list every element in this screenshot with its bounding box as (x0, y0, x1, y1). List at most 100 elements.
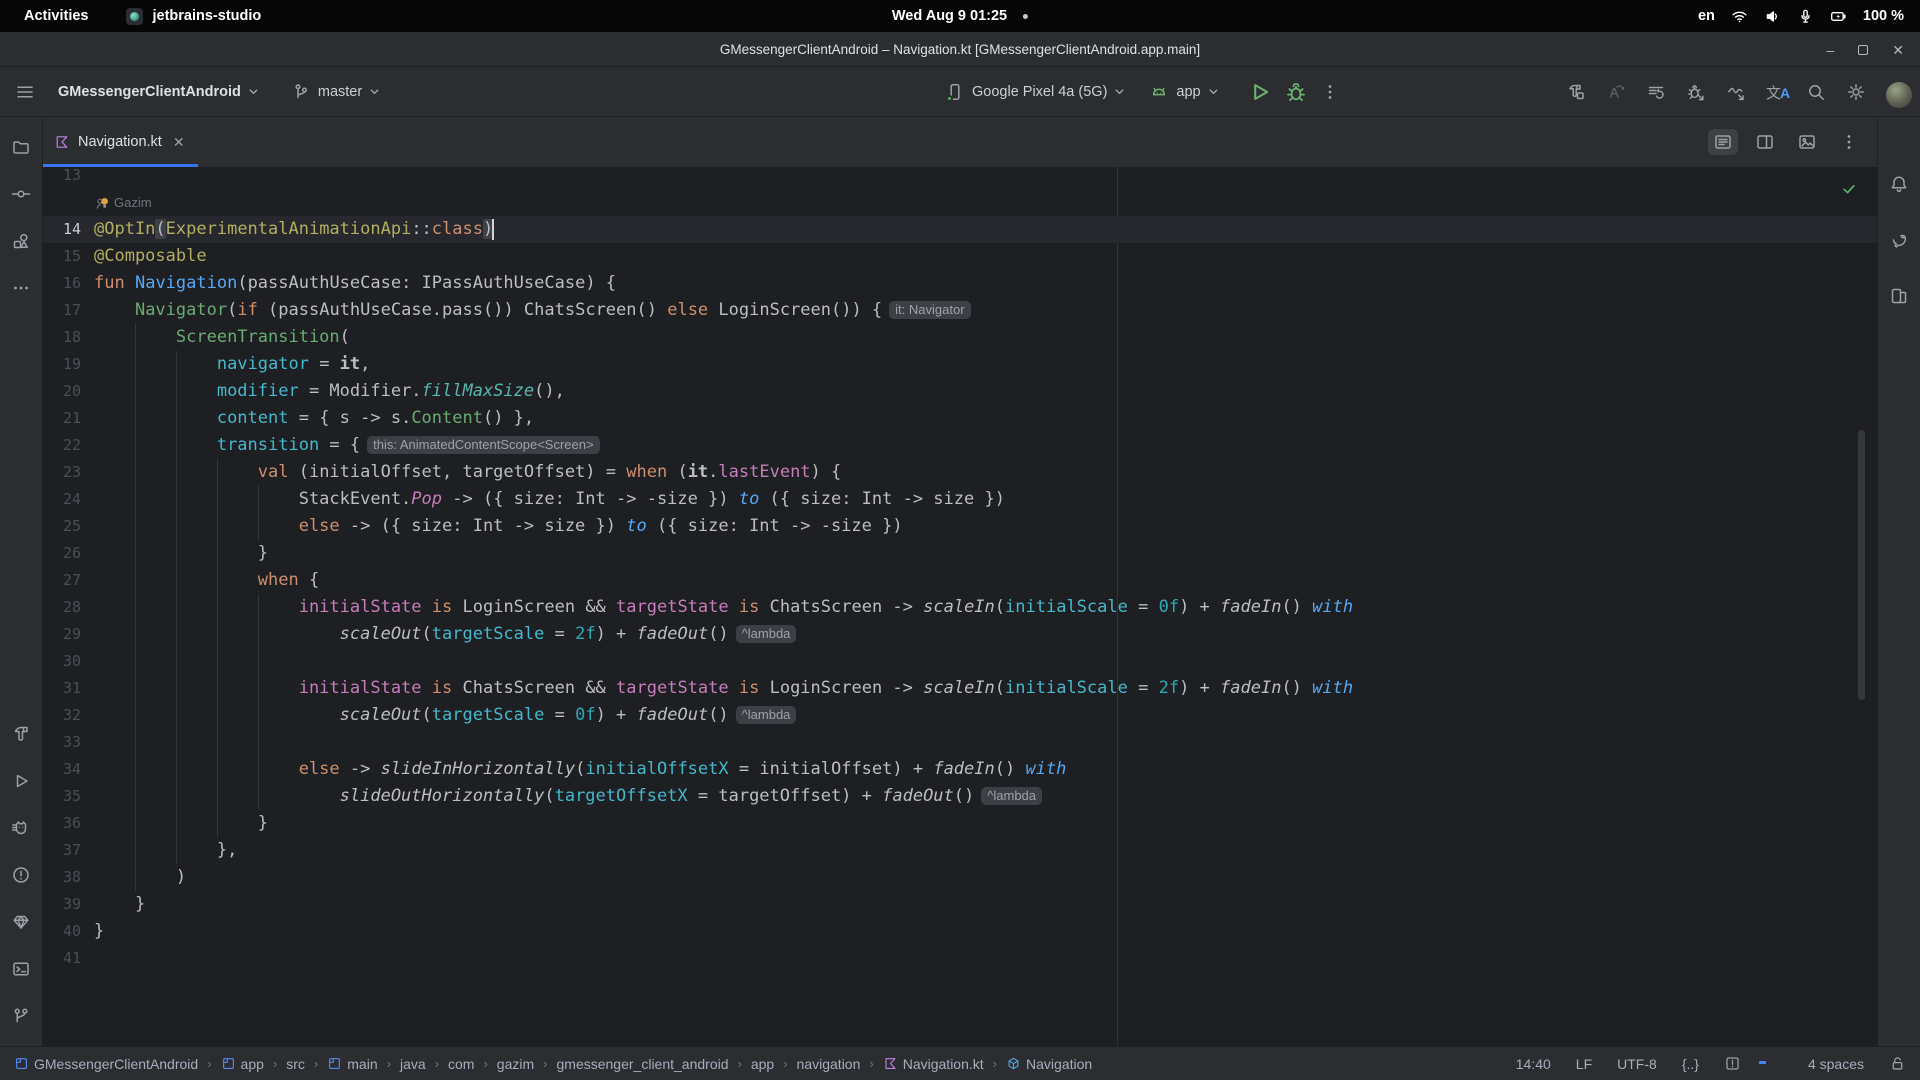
vcs-branch-selector[interactable]: master (282, 76, 389, 108)
code-content[interactable]: fun Navigation(passAuthUseCase: IPassAut… (94, 270, 616, 297)
more-vertical-button[interactable] (1834, 129, 1864, 155)
line-number[interactable]: 41 (43, 945, 94, 972)
line-number[interactable]: 13 (43, 167, 94, 189)
intention-bulb-icon[interactable] (94, 195, 110, 211)
more-vertical-icon[interactable] (1839, 132, 1859, 152)
code-content[interactable]: Navigator(if (passAuthUseCase.pass()) Ch… (94, 297, 971, 324)
code-content[interactable]: }, (94, 837, 237, 864)
breadcrumb-item[interactable]: src (286, 1056, 305, 1072)
code-content[interactable]: } (94, 810, 268, 837)
line-number[interactable]: 27 (43, 567, 94, 594)
code-content[interactable]: scaleOut(targetScale = 2f) + fadeOut()^l… (94, 621, 796, 648)
tool-window-run-button[interactable] (4, 764, 38, 798)
editor-scrollbar[interactable] (1858, 430, 1865, 700)
line-number[interactable]: 33 (43, 729, 94, 756)
inlay-hint[interactable]: ^lambda (736, 625, 797, 643)
project-icon[interactable] (11, 137, 31, 157)
breadcrumb-item[interactable]: Navigation (1006, 1056, 1092, 1072)
run-configuration-selector[interactable]: app (1140, 76, 1227, 108)
code-editor[interactable]: 13Gazim14@OptIn(ExperimentalAnimationApi… (43, 167, 1877, 1046)
line-number[interactable]: 34 (43, 756, 94, 783)
terminal-icon[interactable] (11, 959, 31, 979)
breadcrumb-item[interactable]: app (221, 1056, 264, 1072)
code-content[interactable]: StackEvent.Pop -> ({ size: Int -> -size … (94, 486, 1005, 513)
device-selector[interactable]: Google Pixel 4a (5G) (936, 76, 1134, 108)
tool-window-more-horizontal-button[interactable] (4, 271, 38, 305)
inspections-ok-icon[interactable] (1841, 181, 1857, 197)
breadcrumb-item[interactable]: Navigation.kt (883, 1056, 984, 1072)
breadcrumb-item[interactable]: gazim (497, 1056, 534, 1072)
line-number[interactable]: 36 (43, 810, 94, 837)
tool-window-version-control-button[interactable] (4, 999, 38, 1033)
google-icon[interactable] (1766, 1055, 1783, 1072)
build-icon[interactable] (11, 724, 31, 744)
code-content[interactable]: } (94, 891, 145, 918)
design-view-button[interactable] (1792, 129, 1822, 155)
line-number[interactable]: 39 (43, 891, 94, 918)
line-number[interactable]: 18 (43, 324, 94, 351)
code-content[interactable]: val (initialOffset, targetOffset) = when… (94, 459, 841, 486)
device-manager-icon[interactable] (1889, 286, 1909, 306)
commit-icon[interactable] (11, 184, 31, 204)
line-number[interactable]: 23 (43, 459, 94, 486)
close-button[interactable]: ✕ (1892, 43, 1904, 57)
code-content[interactable]: ) (94, 864, 186, 891)
code-style-indent[interactable]: {..} (1682, 1056, 1699, 1072)
line-number[interactable]: 19 (43, 351, 94, 378)
lock-open-icon[interactable] (1889, 1055, 1906, 1072)
more-horizontal-icon[interactable] (11, 278, 31, 298)
file-encoding[interactable]: UTF-8 (1617, 1056, 1657, 1072)
line-number[interactable]: 22 (43, 432, 94, 459)
main-menu-icon[interactable] (15, 82, 35, 102)
gradle-icon[interactable] (1889, 230, 1909, 250)
design-view-icon[interactable] (1797, 132, 1817, 152)
line-number[interactable]: 28 (43, 594, 94, 621)
breadcrumb-item[interactable]: app (751, 1056, 774, 1072)
line-number[interactable]: 17 (43, 297, 94, 324)
profiler-button[interactable] (1720, 77, 1752, 107)
debug-button[interactable] (1284, 77, 1308, 107)
build-project-icon[interactable] (1566, 82, 1586, 102)
keyboard-layout[interactable]: en (1698, 8, 1715, 24)
line-number[interactable]: 15 (43, 243, 94, 270)
notifications-icon[interactable] (1889, 174, 1909, 194)
avatar-icon[interactable] (1886, 82, 1906, 102)
line-number[interactable]: 24 (43, 486, 94, 513)
recent-changes-icon[interactable] (1646, 82, 1666, 102)
code-content[interactable]: @OptIn(ExperimentalAnimationApi::class) (94, 216, 494, 243)
code-content[interactable]: else -> ({ size: Int -> size }) to ({ si… (94, 513, 903, 540)
breadcrumb-item[interactable]: com (448, 1056, 474, 1072)
inlay-hint[interactable]: ^lambda (736, 706, 797, 724)
ai-assistant-icon[interactable] (1606, 82, 1626, 102)
line-number[interactable]: 25 (43, 513, 94, 540)
code-content[interactable]: transition = {this: AnimatedContentScope… (94, 432, 600, 459)
split-view-button[interactable] (1750, 129, 1780, 155)
line-number[interactable]: 32 (43, 702, 94, 729)
inlay-hint[interactable]: this: AnimatedContentScope<Screen> (367, 436, 599, 454)
line-number[interactable]: 14 (43, 216, 94, 243)
attach-debugger-icon[interactable] (1686, 82, 1706, 102)
problems-icon[interactable] (11, 865, 31, 885)
logcat-icon[interactable] (11, 818, 31, 838)
translate-icon[interactable]: 文A (1766, 82, 1786, 102)
line-number[interactable]: 38 (43, 864, 94, 891)
line-number[interactable]: 29 (43, 621, 94, 648)
code-view-button[interactable] (1708, 129, 1738, 155)
tool-window-terminal-button[interactable] (4, 952, 38, 986)
code-content[interactable]: initialState is LoginScreen && targetSta… (94, 594, 1353, 621)
run-button[interactable] (1248, 77, 1272, 107)
minimize-button[interactable]: – (1826, 43, 1834, 57)
line-separator[interactable]: LF (1576, 1056, 1592, 1072)
tool-window-commit-button[interactable] (4, 177, 38, 211)
line-number[interactable]: 40 (43, 918, 94, 945)
tab-navigation-kt[interactable]: Navigation.kt ✕ (43, 117, 198, 167)
line-number[interactable]: 30 (43, 648, 94, 675)
inlay-hint[interactable]: it: Navigator (889, 301, 970, 319)
code-author-hint[interactable]: Gazim (43, 189, 1877, 216)
project-selector[interactable]: GMessengerClientAndroid (49, 78, 268, 106)
code-content[interactable]: when { (94, 567, 319, 594)
code-content[interactable]: initialState is ChatsScreen && targetSta… (94, 675, 1353, 702)
tool-window-problems-button[interactable] (4, 858, 38, 892)
cursor-position[interactable]: 14:40 (1516, 1056, 1551, 1072)
tool-window-resource-manager-button[interactable] (4, 224, 38, 258)
